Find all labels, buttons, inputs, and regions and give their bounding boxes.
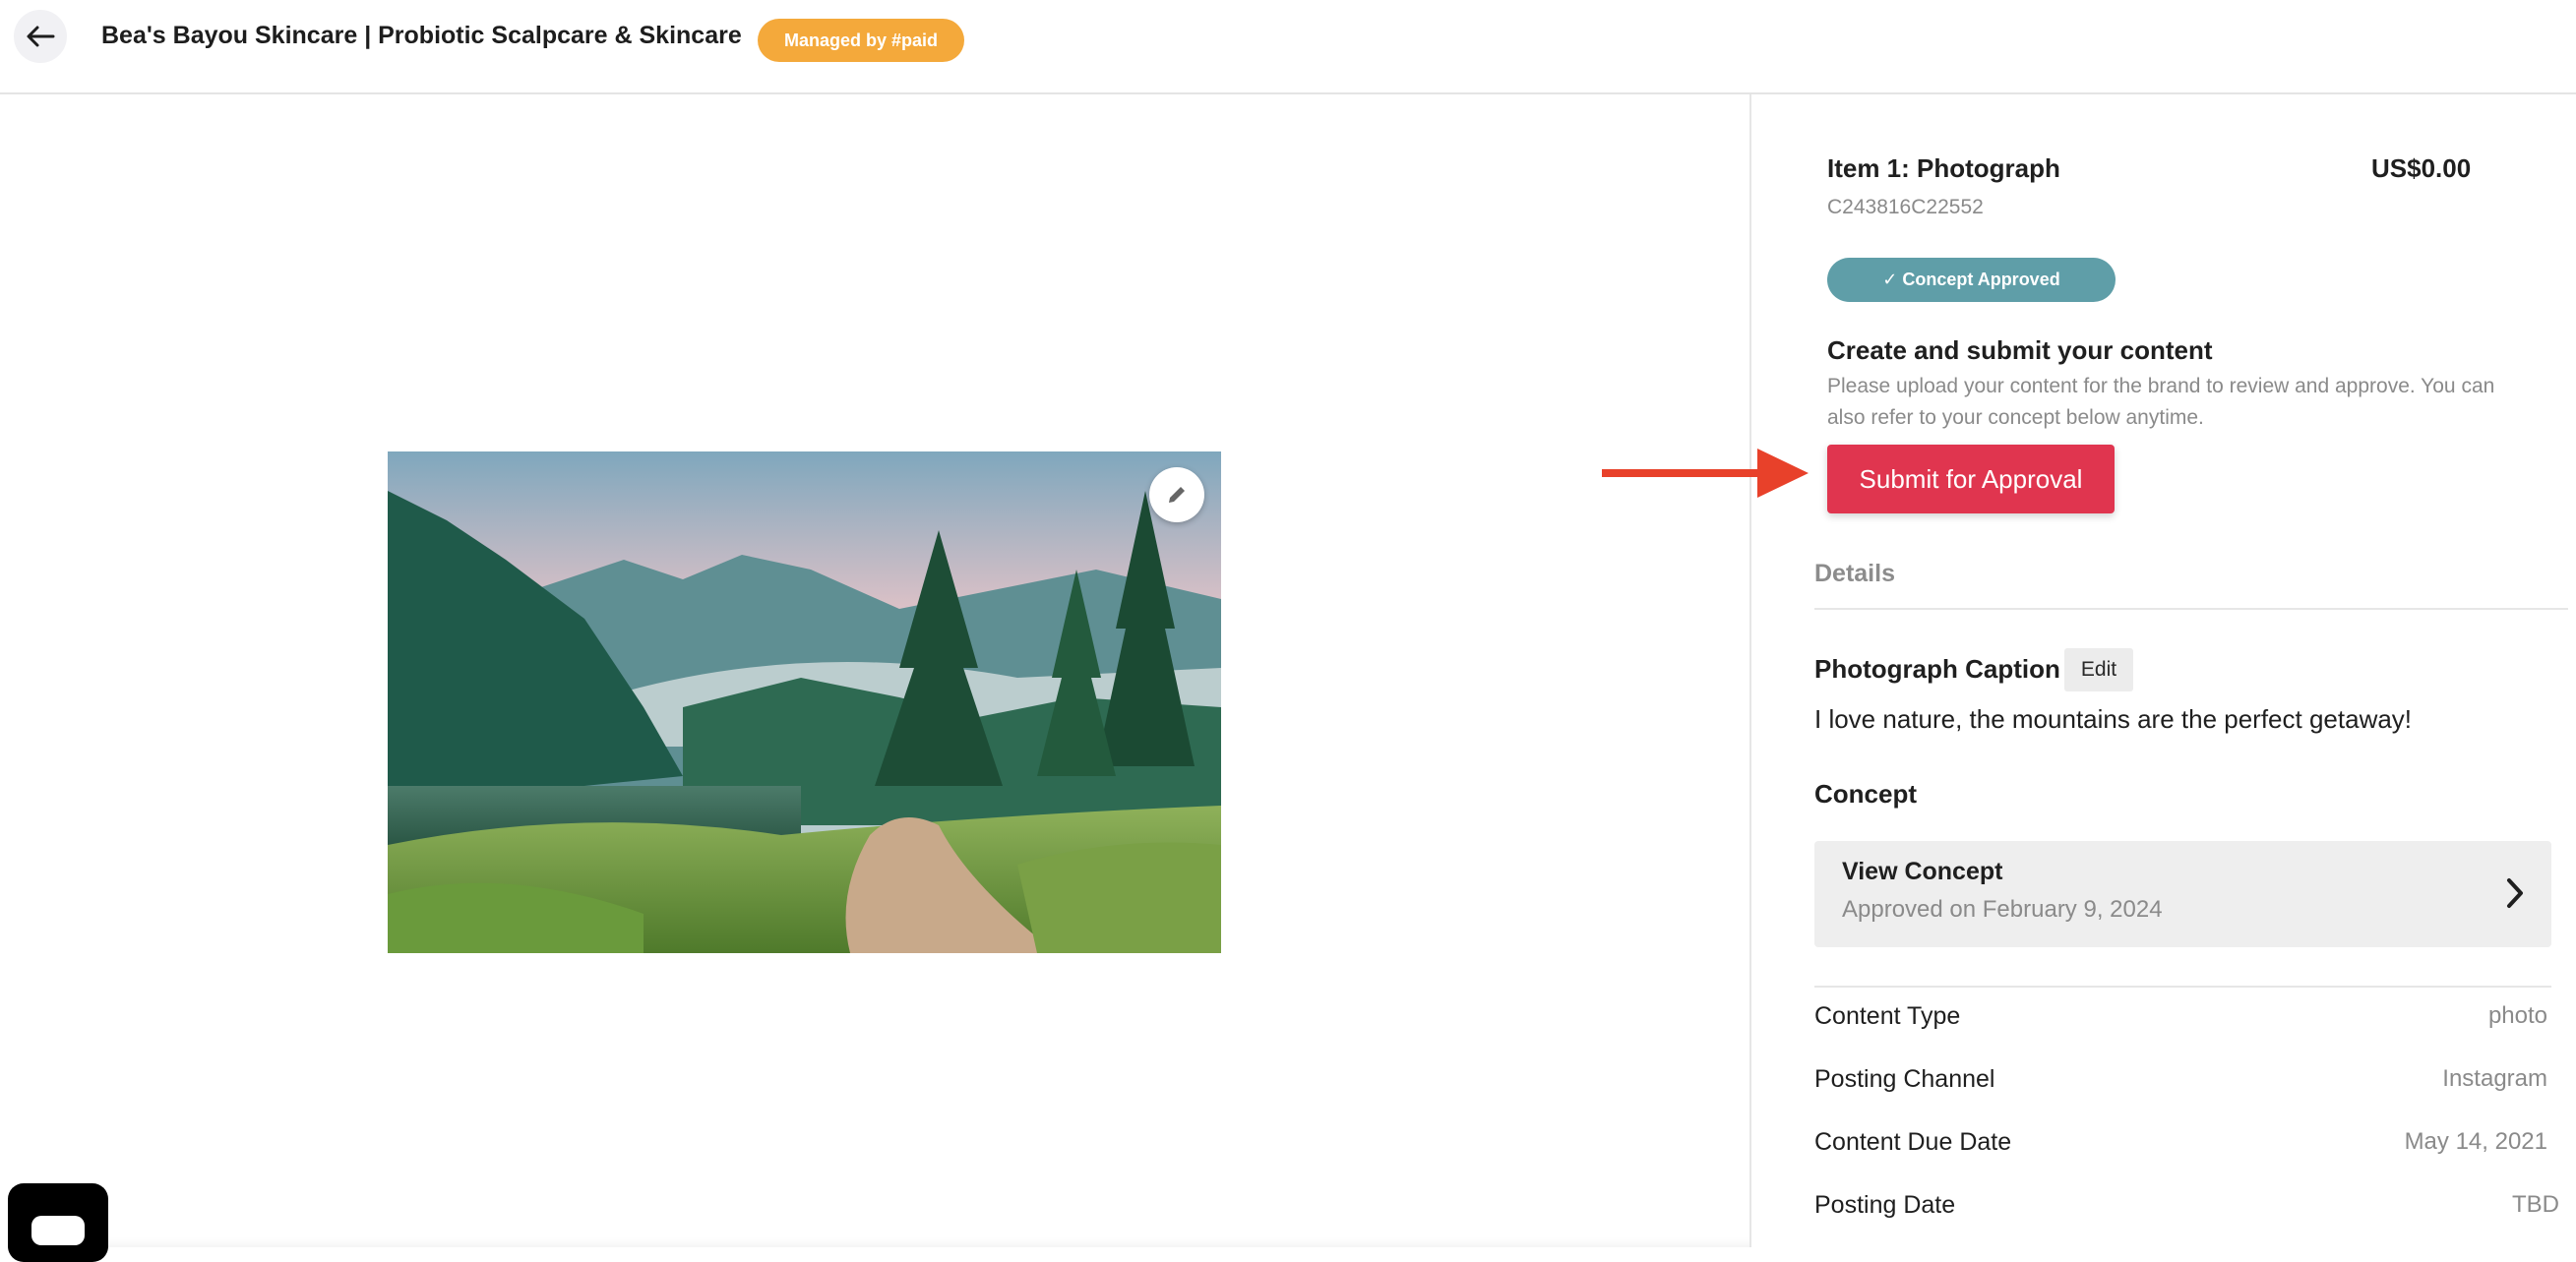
meta-label: Content Due Date	[1814, 1128, 2012, 1156]
item-title: Item 1: Photograph	[1827, 153, 2060, 183]
meta-value: Instagram	[2442, 1065, 2547, 1092]
tab-details[interactable]: Details	[1814, 560, 1895, 588]
details-divider	[1814, 608, 2568, 610]
edit-photo-button[interactable]	[1149, 467, 1204, 522]
back-button[interactable]	[14, 10, 67, 63]
meta-value: TBD	[2512, 1191, 2559, 1218]
meta-row-posting-channel: Posting Channel Instagram	[1814, 1065, 2555, 1105]
chat-widget-icon	[31, 1216, 85, 1245]
content-photo	[388, 451, 1221, 953]
arrow-left-icon	[27, 26, 55, 47]
meta-label: Content Type	[1814, 1002, 1961, 1030]
concept-approval-date: Approved on February 9, 2024	[1842, 896, 2163, 923]
submit-section-description: Please upload your content for the brand…	[1827, 375, 2495, 429]
submit-for-approval-button[interactable]: Submit for Approval	[1827, 445, 2115, 513]
view-concept-title: View Concept	[1842, 858, 2003, 885]
annotation-arrow	[1602, 449, 1809, 498]
chevron-right-icon	[2507, 878, 2523, 908]
view-concept-card[interactable]: View Concept Approved on February 9, 202…	[1814, 841, 2551, 947]
meta-row-content-type: Content Type photo	[1814, 1002, 2555, 1042]
edit-caption-button[interactable]: Edit	[2064, 648, 2133, 691]
concept-label: Concept	[1814, 779, 1917, 809]
pencil-icon	[1169, 487, 1185, 503]
panel-divider	[1749, 94, 1751, 1247]
chat-widget-button[interactable]	[8, 1183, 108, 1262]
meta-label: Posting Channel	[1814, 1065, 1995, 1093]
bottom-shadow	[108, 1237, 1749, 1247]
caption-label: Photograph Caption	[1814, 654, 2060, 684]
page-title: Bea's Bayou Skincare | Probiotic Scalpca…	[101, 22, 742, 49]
meta-divider	[1814, 986, 2551, 988]
meta-row-posting-date: Posting Date TBD	[1814, 1191, 2559, 1231]
item-price: US$0.00	[2371, 153, 2472, 183]
meta-row-content-due-date: Content Due Date May 14, 2021	[1814, 1128, 2555, 1168]
caption-text: I love nature, the mountains are the per…	[1814, 704, 2413, 734]
meta-value: photo	[2487, 1002, 2547, 1029]
submit-section-title: Create and submit your content	[1827, 335, 2213, 365]
concept-approved-badge: ✓ Concept Approved	[1827, 258, 2116, 302]
meta-label: Posting Date	[1814, 1191, 1956, 1219]
managed-badge: Managed by #paid	[758, 19, 965, 62]
top-bar: Bea's Bayou Skincare | Probiotic Scalpca…	[0, 0, 2576, 94]
meta-value: May 14, 2021	[2404, 1128, 2547, 1155]
item-code: C243816C22552	[1827, 196, 1984, 218]
